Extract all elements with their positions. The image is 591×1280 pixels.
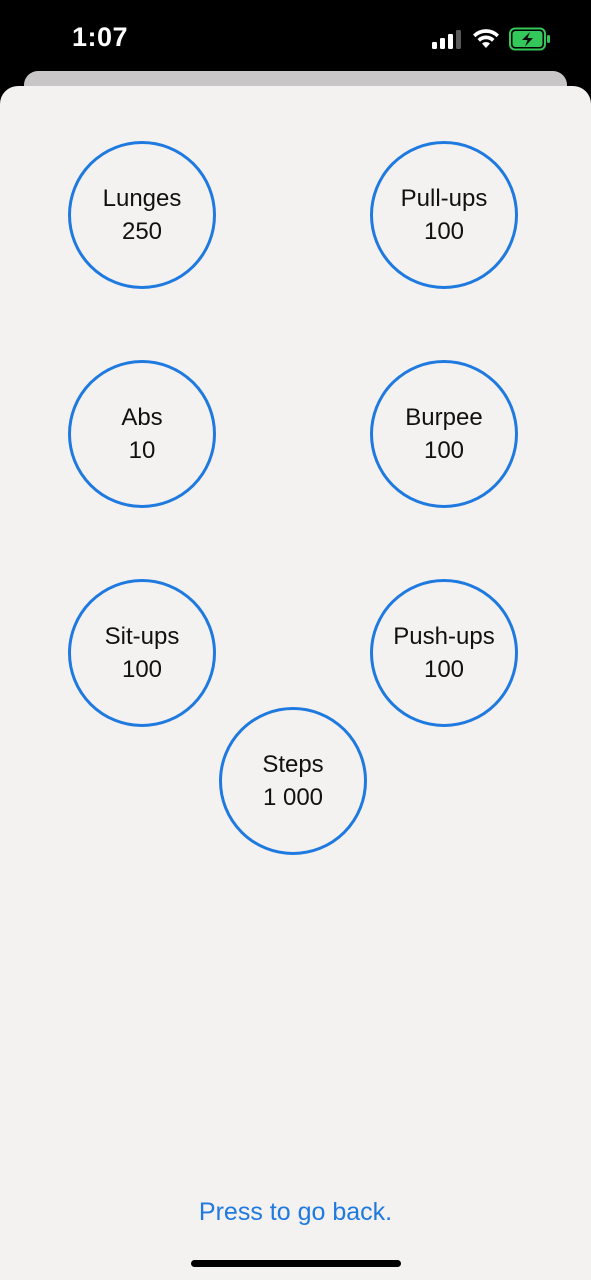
status-bar: 1:07 xyxy=(0,0,591,80)
exercise-pull-ups[interactable]: Pull-ups 100 xyxy=(370,141,518,289)
exercise-steps[interactable]: Steps 1 000 xyxy=(219,707,367,855)
exercise-name: Sit-ups xyxy=(104,623,180,650)
exercise-burpee[interactable]: Burpee 100 xyxy=(370,360,518,508)
exercise-sit-ups[interactable]: Sit-ups 100 xyxy=(68,579,216,727)
exercise-count: 1 000 xyxy=(262,784,324,811)
exercise-name: Lunges xyxy=(102,185,182,212)
exercise-name: Push-ups xyxy=(393,623,495,650)
exercise-abs[interactable]: Abs 10 xyxy=(68,360,216,508)
status-time: 1:07 xyxy=(72,22,129,52)
signal-icon xyxy=(432,30,461,49)
exercise-count: 10 xyxy=(128,437,156,464)
exercise-count: 100 xyxy=(423,437,465,464)
home-indicator[interactable] xyxy=(191,1260,401,1267)
exercise-count: 100 xyxy=(423,656,465,683)
exercise-count: 250 xyxy=(121,218,163,245)
phone-screen: 1:07 Lunges 250 Pull-ups 100 Abs 10 Burp… xyxy=(0,0,591,1280)
exercise-name: Pull-ups xyxy=(400,185,488,212)
exercise-name: Burpee xyxy=(405,404,483,431)
exercise-count: 100 xyxy=(121,656,163,683)
exercise-count: 100 xyxy=(423,218,465,245)
exercise-name: Steps xyxy=(262,751,324,778)
battery-charging-icon xyxy=(509,27,550,51)
exercise-name: Abs xyxy=(121,404,163,431)
exercise-lunges[interactable]: Lunges 250 xyxy=(68,141,216,289)
exercise-sheet: Lunges 250 Pull-ups 100 Abs 10 Burpee 10… xyxy=(0,86,591,1280)
wifi-icon xyxy=(473,29,499,48)
go-back-link[interactable]: Press to go back. xyxy=(0,1198,591,1227)
exercise-push-ups[interactable]: Push-ups 100 xyxy=(370,579,518,727)
